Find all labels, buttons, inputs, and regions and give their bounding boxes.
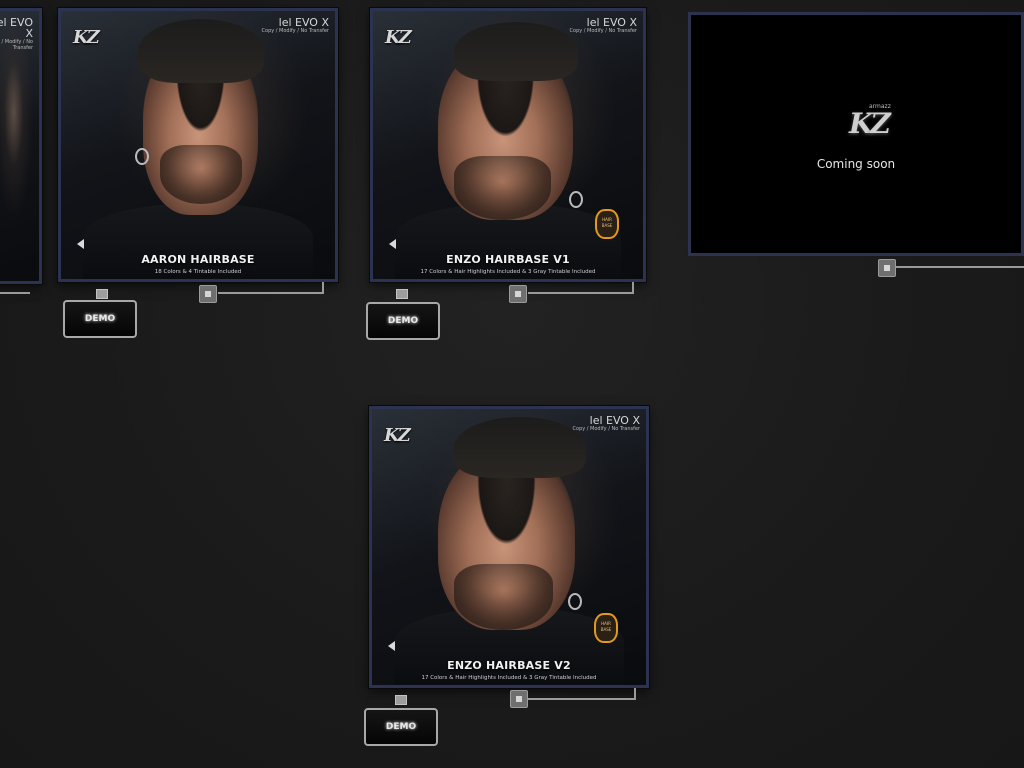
demo-button[interactable]: DEMO [364, 708, 438, 746]
poster-title: ENZO HAIRBASE V2 [447, 659, 571, 672]
poster-title: AARON HAIRBASE [141, 253, 255, 266]
poster-left-partial[interactable]: lel EVO X Copy / Modify / No Transfer [0, 8, 42, 284]
evo-tag: lel EVO X Copy / Modify / No Transfer [0, 17, 33, 51]
evo-tag: lel EVO X Copy / Modify / No Transfer [262, 17, 329, 34]
vendor-wire [528, 698, 636, 700]
coming-soon-text: Coming soon [816, 157, 896, 171]
vendor-button[interactable] [509, 285, 527, 303]
vendor-wire [322, 282, 324, 294]
coming-soon-panel[interactable]: KZ armazz Coming soon [688, 12, 1024, 256]
vendor-wire [632, 282, 634, 294]
demo-button[interactable]: DEMO [366, 302, 440, 340]
portrait-beard [454, 155, 552, 221]
arrow-left-icon[interactable] [77, 239, 84, 249]
kz-logo: KZ [385, 27, 412, 48]
vendor-button[interactable] [199, 285, 217, 303]
portrait-hair [454, 417, 586, 478]
store-wall: lel EVO X Copy / Modify / No Transfer KZ… [0, 0, 1024, 768]
arrow-left-icon[interactable] [389, 239, 396, 249]
arrow-left-icon[interactable] [388, 641, 395, 651]
poster-aaron-hairbase[interactable]: KZ lel EVO X Copy / Modify / No Transfer… [58, 8, 338, 282]
vendor-wire [634, 688, 636, 700]
poster-title: ENZO HAIRBASE V1 [446, 253, 570, 266]
evo-sub: Copy / Modify / No Transfer [572, 426, 640, 432]
kz-logo: KZ [849, 107, 891, 140]
portrait-beard [159, 145, 242, 204]
portrait-hair [454, 21, 579, 81]
hair-base-badge: HAIR BASE [595, 209, 619, 239]
evo-sub: Copy / Modify / No Transfer [0, 39, 33, 51]
evo-tag: lel EVO X Copy / Modify / No Transfer [570, 17, 637, 34]
evo-tag: lel EVO X Copy / Modify / No Transfer [573, 415, 640, 432]
vendor-wire [0, 292, 30, 294]
vendor-wire [528, 292, 634, 294]
hair-base-badge: HAIR BASE [594, 613, 618, 643]
vendor-button[interactable] [878, 259, 896, 277]
vendor-button[interactable] [510, 690, 528, 708]
shoulders-graphic [82, 203, 314, 279]
kz-logo: KZ [384, 425, 411, 446]
demo-button[interactable]: DEMO [63, 300, 137, 338]
poster-subtitle: 17 Colors & Hair Highlights Included & 3… [420, 269, 596, 275]
evo-label: lel EVO X [0, 16, 33, 40]
poster-subtitle: 18 Colors & 4 Tintable Included [154, 269, 242, 275]
earring-icon [135, 148, 149, 165]
demo-tab [96, 289, 108, 299]
vendor-wire [896, 266, 1024, 268]
portrait-hair [137, 19, 264, 84]
vendor-wire [218, 292, 324, 294]
kz-logo: KZ [73, 27, 100, 48]
poster-subtitle: 17 Colors & Hair Highlights Included & 3… [421, 675, 597, 681]
poster-enzo-hairbase-v2[interactable]: KZ lel EVO X Copy / Modify / No Transfer… [369, 406, 649, 688]
portrait-beard [454, 563, 553, 630]
evo-sub: Copy / Modify / No Transfer [569, 28, 637, 34]
poster-enzo-hairbase-v1[interactable]: KZ lel EVO X Copy / Modify / No Transfer… [370, 8, 646, 282]
kz-logo-subtext: armazz [869, 103, 891, 110]
poster-background [0, 11, 39, 281]
evo-sub: Copy / Modify / No Transfer [261, 28, 329, 34]
earring-icon [568, 593, 582, 610]
demo-tab [396, 289, 408, 299]
demo-tab [395, 695, 407, 705]
earring-icon [569, 191, 583, 208]
